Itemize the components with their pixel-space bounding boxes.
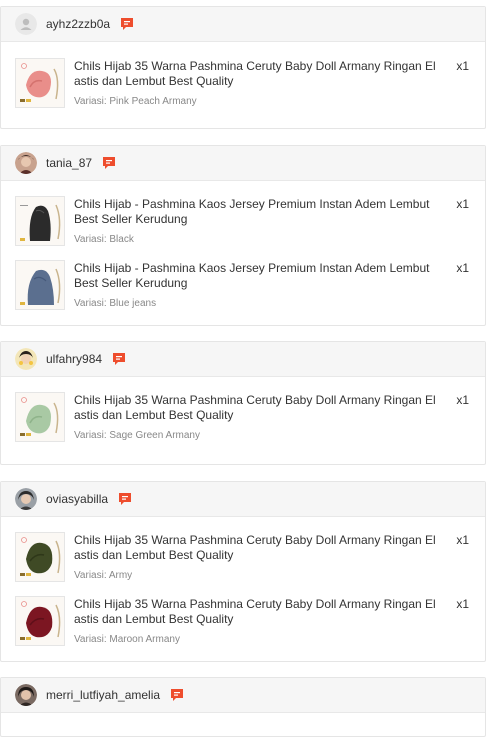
product-title[interactable]: Chils Hijab 35 Warna Pashmina Ceruty Bab… <box>74 59 444 89</box>
item-quantity: x1 <box>456 597 469 611</box>
avatar[interactable] <box>15 488 37 510</box>
order-header: ulfahry984 <box>1 342 485 377</box>
order-item[interactable]: Chils Hijab - Pashmina Kaos Jersey Premi… <box>15 196 475 248</box>
order-card: ayhz2zzb0a Chils Hijab 35 Warna Pashmina… <box>0 6 486 129</box>
product-variant: Variasi: Army <box>74 570 133 581</box>
product-variant: Variasi: Black <box>74 234 134 245</box>
username[interactable]: ayhz2zzb0a <box>46 17 110 31</box>
product-variant: Variasi: Blue jeans <box>74 298 157 309</box>
order-header: oviasyabilla <box>1 482 485 517</box>
item-quantity: x1 <box>456 261 469 275</box>
product-title[interactable]: Chils Hijab - Pashmina Kaos Jersey Premi… <box>74 261 444 291</box>
order-item[interactable]: Chils Hijab 35 Warna Pashmina Ceruty Bab… <box>15 392 475 444</box>
order-card: tania_87 Chils Hijab - Pashmina Kaos Jer… <box>0 145 486 326</box>
product-variant: Variasi: Maroon Armany <box>74 634 180 645</box>
username[interactable]: ulfahry984 <box>46 352 102 366</box>
item-quantity: x1 <box>456 393 469 407</box>
chat-icon[interactable] <box>101 155 117 171</box>
product-title[interactable]: Chils Hijab 35 Warna Pashmina Ceruty Bab… <box>74 597 444 627</box>
product-thumbnail[interactable] <box>15 260 65 310</box>
avatar[interactable] <box>15 152 37 174</box>
product-title[interactable]: Chils Hijab 35 Warna Pashmina Ceruty Bab… <box>74 393 444 423</box>
product-title[interactable]: Chils Hijab 35 Warna Pashmina Ceruty Bab… <box>74 533 444 563</box>
chat-icon[interactable] <box>117 491 133 507</box>
item-quantity: x1 <box>456 197 469 211</box>
order-item[interactable]: Chils Hijab 35 Warna Pashmina Ceruty Bab… <box>15 532 475 584</box>
chat-icon[interactable] <box>119 16 135 32</box>
order-header: tania_87 <box>1 146 485 181</box>
order-item[interactable]: Chils Hijab 35 Warna Pashmina Ceruty Bab… <box>15 596 475 648</box>
product-variant: Variasi: Sage Green Armany <box>74 430 200 441</box>
order-card: merri_lutfiyah_amelia <box>0 677 486 737</box>
avatar[interactable] <box>15 684 37 706</box>
order-card: oviasyabilla Chils Hijab 35 Warna Pashmi… <box>0 481 486 662</box>
product-thumbnail[interactable] <box>15 196 65 246</box>
avatar[interactable] <box>15 348 37 370</box>
product-thumbnail[interactable] <box>15 58 65 108</box>
username[interactable]: merri_lutfiyah_amelia <box>46 688 160 702</box>
product-variant: Variasi: Pink Peach Armany <box>74 96 197 107</box>
product-thumbnail[interactable] <box>15 596 65 646</box>
product-thumbnail[interactable] <box>15 392 65 442</box>
order-header: merri_lutfiyah_amelia <box>1 678 485 713</box>
item-quantity: x1 <box>456 533 469 547</box>
avatar[interactable] <box>15 13 37 35</box>
order-item[interactable]: Chils Hijab - Pashmina Kaos Jersey Premi… <box>15 260 475 312</box>
product-title[interactable]: Chils Hijab - Pashmina Kaos Jersey Premi… <box>74 197 444 227</box>
order-item[interactable]: Chils Hijab 35 Warna Pashmina Ceruty Bab… <box>15 58 475 110</box>
order-header: ayhz2zzb0a <box>1 7 485 42</box>
username[interactable]: tania_87 <box>46 156 92 170</box>
chat-icon[interactable] <box>169 687 185 703</box>
chat-icon[interactable] <box>111 351 127 367</box>
item-quantity: x1 <box>456 59 469 73</box>
order-card: ulfahry984 Chils Hijab 35 Warna Pashmina… <box>0 341 486 465</box>
username[interactable]: oviasyabilla <box>46 492 108 506</box>
product-thumbnail[interactable] <box>15 532 65 582</box>
